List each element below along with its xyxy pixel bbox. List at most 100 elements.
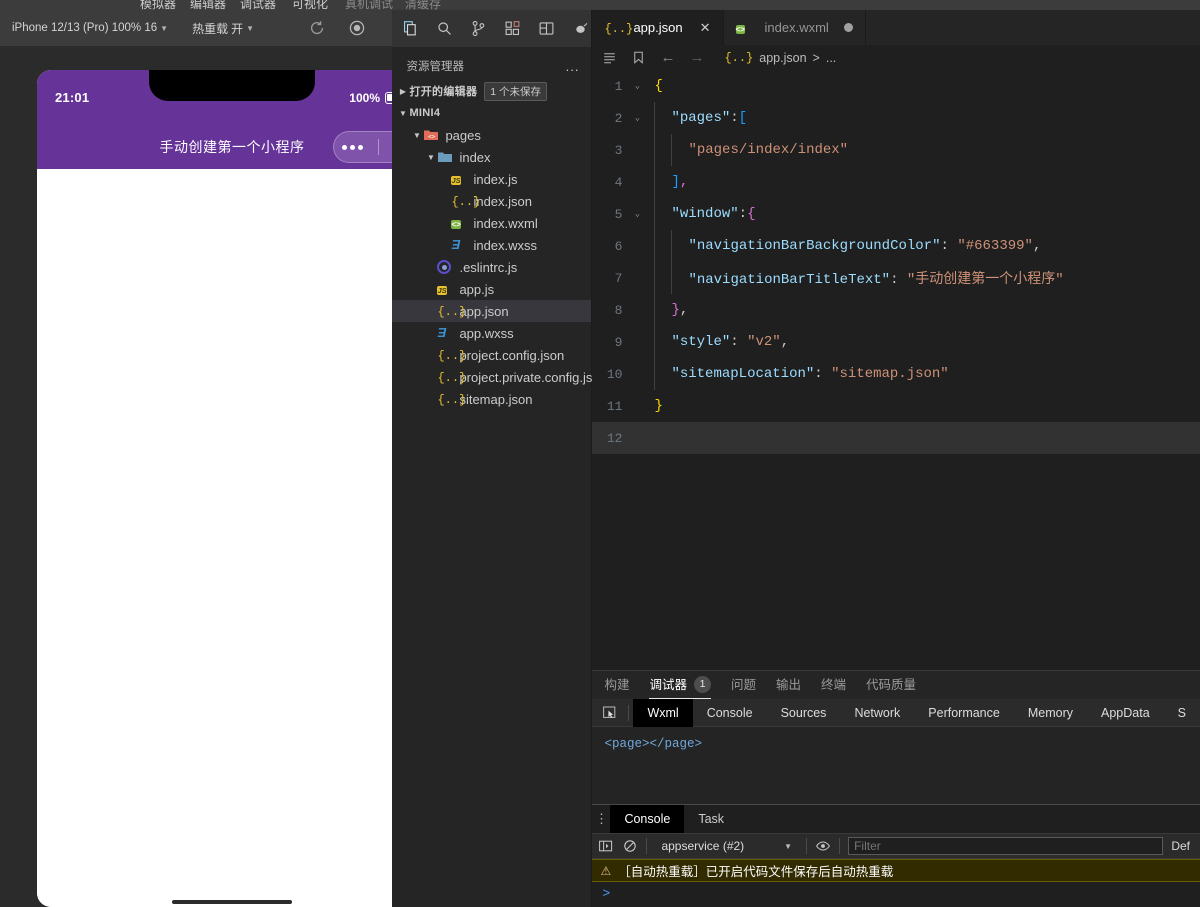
context-select[interactable]: appservice (#2) ▼ xyxy=(655,839,798,853)
panel-tab-badge: 1 xyxy=(693,676,711,693)
menu-item-1[interactable]: 编辑器 xyxy=(190,0,226,10)
tree-item--eslintrc-js[interactable]: .eslintrc.js xyxy=(392,256,591,278)
tree-item-pages[interactable]: ▼ <> pages xyxy=(392,124,591,146)
console-tab-task[interactable]: Task xyxy=(684,805,738,833)
tree-item-label: index xyxy=(459,149,491,165)
code-line[interactable]: 12 xyxy=(592,422,1200,454)
tree-item-app-wxss[interactable]: Ǝapp.wxss xyxy=(392,322,591,344)
code-line[interactable]: 7 "navigationBarTitleText": "手动创建第一个小程序" xyxy=(592,262,1200,294)
bookmark-icon[interactable] xyxy=(631,50,646,65)
fold-toggle-icon[interactable]: ⌄ xyxy=(628,113,646,123)
devtools-tab-appdata[interactable]: AppData xyxy=(1087,699,1164,727)
panel-tab-构建[interactable]: 构建 xyxy=(604,671,629,699)
tree-item-index-wxml[interactable]: <> index.wxml xyxy=(392,212,591,234)
devtools-tab-wxml[interactable]: Wxml xyxy=(633,698,693,727)
tree-item-label: project.private.config.js... xyxy=(459,369,604,385)
code-line[interactable]: 3 "pages/index/index" xyxy=(592,134,1200,166)
panel-tab-终端[interactable]: 终端 xyxy=(821,671,846,699)
fold-toggle-icon[interactable]: ⌄ xyxy=(628,209,646,219)
eye-icon[interactable] xyxy=(815,838,831,854)
tree-item-label: app.wxss xyxy=(459,325,514,341)
menu-item-2[interactable]: 调试器 xyxy=(240,0,276,10)
devtools-tab-network[interactable]: Network xyxy=(840,699,914,727)
folder-blue-icon xyxy=(437,149,453,165)
editor-tab-index-wxml[interactable]: <> index.wxml xyxy=(724,10,866,45)
log-levels-select[interactable]: Def xyxy=(1171,839,1194,853)
tree-item-index-json[interactable]: {..} index.json xyxy=(392,190,591,212)
code-text: { xyxy=(654,78,663,94)
panel-tab-代码质量[interactable]: 代码质量 xyxy=(866,671,916,699)
more-actions-icon[interactable]: ... xyxy=(566,59,580,74)
code-line[interactable]: 1 ⌄ { xyxy=(592,70,1200,102)
code-line[interactable]: 8}, xyxy=(592,294,1200,326)
refresh-icon[interactable] xyxy=(308,19,326,37)
code-line[interactable]: 10 "sitemapLocation": "sitemap.json" xyxy=(592,358,1200,390)
open-editors-section[interactable]: ▶ 打开的编辑器 1 个未保存 xyxy=(392,80,591,102)
code-line[interactable]: 9 "style": "v2", xyxy=(592,326,1200,358)
layout-icon[interactable] xyxy=(538,20,555,37)
tree-item-project-config-json[interactable]: {..} project.config.json xyxy=(392,344,591,366)
source-control-icon[interactable] xyxy=(470,20,487,37)
close-icon[interactable]: ✕ xyxy=(700,20,711,36)
inspect-element-icon[interactable] xyxy=(602,705,618,721)
fold-toggle-icon[interactable]: ⌄ xyxy=(628,81,646,91)
top-menu-strip: 模拟器 编辑器 调试器 可视化 真机调试 清缓存 xyxy=(0,0,1200,10)
devtools-tab-s[interactable]: S xyxy=(1164,699,1200,727)
tree-item-sitemap-json[interactable]: {..} sitemap.json xyxy=(392,388,591,410)
devtools-tab-memory[interactable]: Memory xyxy=(1014,699,1087,727)
clear-console-icon[interactable] xyxy=(622,838,638,854)
code-line[interactable]: 4], xyxy=(592,166,1200,198)
open-editors-label: 打开的编辑器 xyxy=(409,86,478,98)
hot-reload-value: 开 xyxy=(231,21,244,36)
breadcrumb-file: app.json xyxy=(759,50,807,65)
code-editor[interactable]: 1 ⌄ {2 ⌄ "pages":[3 "pages/index/index" 4], 5 ⌄ "… xyxy=(592,70,1200,670)
editor-tab-app-json[interactable]: {..} app.json ✕ xyxy=(592,10,724,45)
back-arrow-icon[interactable]: ← xyxy=(660,49,675,66)
breadcrumb-path[interactable]: {..} app.json > ... xyxy=(724,50,836,66)
divider xyxy=(628,704,630,721)
wxml-inspector[interactable]: <page></page> xyxy=(592,727,1200,805)
search-icon[interactable] xyxy=(436,20,453,37)
console-tab-console[interactable]: Console xyxy=(610,805,685,833)
tree-item-app-js[interactable]: JS app.js xyxy=(392,278,591,300)
tree-item-index-wxss[interactable]: Ǝindex.wxss xyxy=(392,234,591,256)
console-panel: ⋮ Console Task appservice (#2) ▼ Filter … xyxy=(592,805,1200,907)
kebab-menu-icon[interactable]: ⋮ xyxy=(592,812,610,825)
divider xyxy=(806,838,808,854)
devtools-tab-console[interactable]: Console xyxy=(693,699,767,727)
code-line[interactable]: 5 ⌄ "window":{ xyxy=(592,198,1200,230)
line-number: 4 xyxy=(614,174,623,190)
more-dots-icon[interactable] xyxy=(341,144,363,150)
explorer-icon[interactable] xyxy=(402,20,419,37)
device-select[interactable]: iPhone 12/13 (Pro) 100% 16 ▼ xyxy=(0,22,168,34)
forward-arrow-icon[interactable]: → xyxy=(689,49,704,66)
tree-item-index-js[interactable]: JS index.js xyxy=(392,168,591,190)
project-root-row[interactable]: ▼ MINI4 xyxy=(392,102,591,124)
code-line[interactable]: 11} xyxy=(592,390,1200,422)
line-number: 8 xyxy=(614,302,623,318)
tree-item-app-json[interactable]: {..} app.json xyxy=(392,300,592,322)
record-icon[interactable] xyxy=(348,19,366,37)
hot-reload-select[interactable]: 热重载 开 ▼ xyxy=(192,20,254,37)
outline-icon[interactable] xyxy=(602,50,617,65)
debug-icon[interactable] xyxy=(572,20,589,37)
panel-tab-问题[interactable]: 问题 xyxy=(731,671,756,699)
devtools-tab-sources[interactable]: Sources xyxy=(767,699,841,727)
devtools-tab-performance[interactable]: Performance xyxy=(914,699,1014,727)
filter-input[interactable] xyxy=(848,837,1164,855)
console-prompt-row[interactable]: > xyxy=(592,882,1200,902)
editor-tab-label: app.json xyxy=(633,20,683,35)
extensions-icon[interactable] xyxy=(504,20,521,37)
code-line[interactable]: 2 ⌄ "pages":[ xyxy=(592,102,1200,134)
panel-tab-调试器[interactable]: 调试器 1 xyxy=(649,671,711,699)
sidebar-toggle-icon[interactable] xyxy=(598,838,614,854)
code-line[interactable]: 6 "navigationBarBackgroundColor": "#66339… xyxy=(592,230,1200,262)
tree-item-project-private-config-js-[interactable]: {..} project.private.config.js... xyxy=(392,366,603,388)
menu-item-4[interactable]: 真机调试 xyxy=(345,0,393,10)
menu-item-0[interactable]: 模拟器 xyxy=(140,0,176,10)
tree-item-index[interactable]: ▼ index xyxy=(392,146,591,168)
device-select-label: iPhone 12/13 (Pro) 100% 16 xyxy=(12,22,158,34)
menu-item-3[interactable]: 可视化 xyxy=(292,0,328,10)
panel-tab-输出[interactable]: 输出 xyxy=(776,671,801,699)
menu-item-5[interactable]: 清缓存 xyxy=(405,0,441,10)
